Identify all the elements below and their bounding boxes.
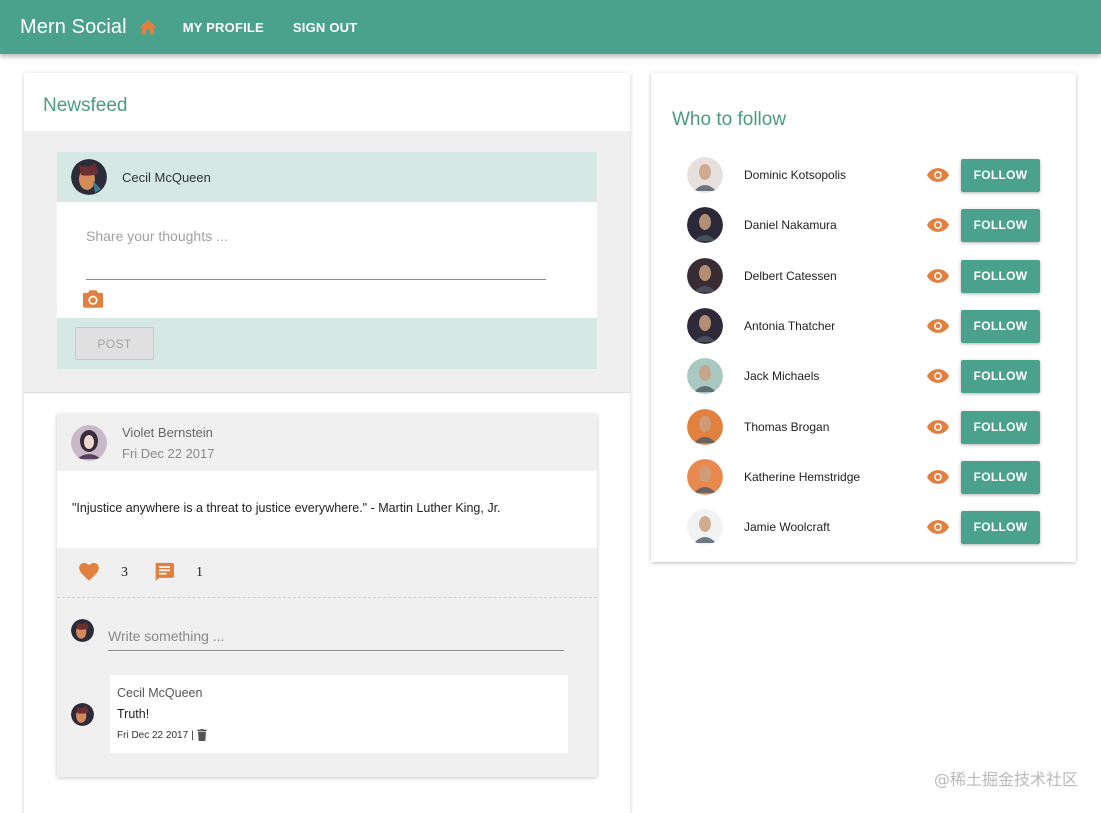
new-post-footer: POST xyxy=(57,318,597,369)
avatar xyxy=(687,409,723,445)
heart-icon[interactable] xyxy=(79,562,101,583)
post-text: "Injustice anywhere is a threat to justi… xyxy=(57,471,597,548)
newsfeed-card: Newsfeed Cecil McQueen POST xyxy=(24,73,630,813)
comment-separator: | xyxy=(191,729,194,741)
follow-item: Jack Michaels FOLLOW xyxy=(687,358,1041,394)
follow-name[interactable]: Dominic Kotsopolis xyxy=(744,168,846,182)
avatar xyxy=(71,619,94,642)
comment-writer xyxy=(71,619,94,642)
nav-sign-out[interactable]: SIGN OUT xyxy=(293,20,357,35)
eye-icon[interactable] xyxy=(927,269,949,283)
new-post-form: Cecil McQueen POST xyxy=(57,152,597,369)
follow-name[interactable]: Thomas Brogan xyxy=(744,420,829,434)
comment-date: Fri Dec 22 2017 xyxy=(117,729,189,741)
comment-text: Truth! xyxy=(117,707,150,721)
eye-icon[interactable] xyxy=(927,520,949,534)
follow-item: Katherine Hemstridge FOLLOW xyxy=(687,459,1041,495)
follow-item: Thomas Brogan FOLLOW xyxy=(687,409,1041,445)
new-post-header: Cecil McQueen xyxy=(57,152,597,202)
follow-button[interactable]: FOLLOW xyxy=(961,309,1040,343)
avatar xyxy=(687,207,723,243)
comment-input[interactable] xyxy=(108,625,563,647)
follow-item: Delbert Catessen FOLLOW xyxy=(687,258,1041,294)
follow-item: Daniel Nakamura FOLLOW xyxy=(687,207,1041,243)
newsfeed-title: Newsfeed xyxy=(43,95,128,116)
avatar xyxy=(71,703,94,726)
follow-button[interactable]: FOLLOW xyxy=(961,460,1040,494)
avatar xyxy=(687,358,723,394)
trash-icon[interactable] xyxy=(197,729,207,741)
comment-icon[interactable] xyxy=(154,562,176,584)
post-actions: 3 1 xyxy=(57,548,597,598)
comment-meta: Fri Dec 22 2017 | xyxy=(117,729,568,741)
input-underline xyxy=(86,279,546,280)
avatar xyxy=(71,159,107,195)
share-thoughts-input[interactable] xyxy=(86,222,546,250)
who-to-follow-title: Who to follow xyxy=(672,109,787,130)
follow-name[interactable]: Delbert Catessen xyxy=(744,269,837,283)
like-count: 3 xyxy=(121,564,128,580)
eye-icon[interactable] xyxy=(927,218,949,232)
nav-my-profile[interactable]: MY PROFILE xyxy=(183,20,264,35)
post-date: Fri Dec 22 2017 xyxy=(122,445,215,461)
avatar xyxy=(687,509,723,545)
follow-button[interactable]: FOLLOW xyxy=(961,208,1040,242)
eye-icon[interactable] xyxy=(927,168,949,182)
post-card: Violet Bernstein Fri Dec 22 2017 "Injust… xyxy=(57,414,597,777)
camera-icon[interactable] xyxy=(83,290,103,308)
follow-button[interactable]: FOLLOW xyxy=(961,510,1040,544)
follow-item: Dominic Kotsopolis FOLLOW xyxy=(687,157,1041,193)
avatar xyxy=(687,157,723,193)
eye-icon[interactable] xyxy=(927,420,949,434)
follow-name[interactable]: Katherine Hemstridge xyxy=(744,470,860,484)
avatar xyxy=(71,424,107,461)
eye-icon[interactable] xyxy=(927,470,949,484)
post-button[interactable]: POST xyxy=(75,327,154,360)
home-icon[interactable] xyxy=(138,18,157,36)
follow-item: Antonia Thatcher FOLLOW xyxy=(687,308,1041,344)
post-header: Violet Bernstein Fri Dec 22 2017 xyxy=(57,414,597,471)
follow-name[interactable]: Daniel Nakamura xyxy=(744,218,837,232)
avatar xyxy=(687,258,723,294)
new-post-user-name: Cecil McQueen xyxy=(122,169,211,185)
who-to-follow-card: Who to follow Dominic Kotsopolis FOLLOW Da… xyxy=(651,73,1076,562)
post-author[interactable]: Violet Bernstein xyxy=(122,425,215,440)
follow-name[interactable]: Jack Michaels xyxy=(744,369,819,383)
avatar xyxy=(687,308,723,344)
comment-item: Cecil McQueen Truth! Fri Dec 22 2017 | xyxy=(110,675,568,753)
comment-count: 1 xyxy=(196,564,203,580)
follow-button[interactable]: FOLLOW xyxy=(961,158,1040,192)
new-post-area: Cecil McQueen POST xyxy=(24,131,630,393)
follow-button[interactable]: FOLLOW xyxy=(961,410,1040,444)
follow-name[interactable]: Antonia Thatcher xyxy=(744,319,835,333)
eye-icon[interactable] xyxy=(927,319,949,333)
brand-title: Mern Social xyxy=(20,15,127,38)
app-bar: Mern Social MY PROFILE SIGN OUT xyxy=(0,0,1101,54)
eye-icon[interactable] xyxy=(927,369,949,383)
watermark: @稀土掘金技术社区 xyxy=(934,770,1079,789)
comment-author[interactable]: Cecil McQueen xyxy=(117,686,568,700)
follow-button[interactable]: FOLLOW xyxy=(961,259,1040,293)
follow-button[interactable]: FOLLOW xyxy=(961,359,1040,393)
comment-underline xyxy=(108,650,564,651)
avatar xyxy=(687,459,723,495)
follow-name[interactable]: Jamie Woolcraft xyxy=(744,520,830,534)
post-meta: Violet Bernstein Fri Dec 22 2017 xyxy=(122,425,215,461)
follow-item: Jamie Woolcraft FOLLOW xyxy=(687,509,1041,545)
